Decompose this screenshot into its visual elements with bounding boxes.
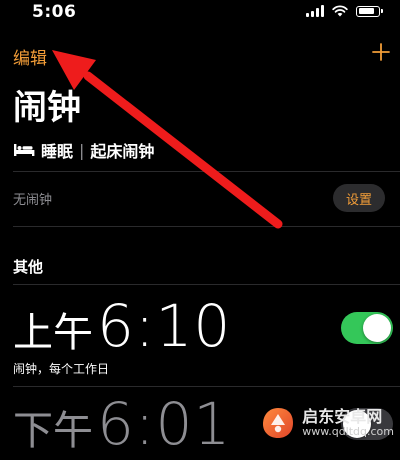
alarm-ampm: 上午 [13, 310, 93, 356]
battery-fill [358, 8, 374, 14]
toggle-knob [363, 314, 391, 342]
sleep-separator: | [79, 140, 85, 160]
alarm-clock: 6:01 [97, 390, 232, 458]
watermark-logo-icon [263, 408, 294, 438]
signal-icon [306, 5, 324, 17]
divider [13, 171, 400, 172]
bed-icon [14, 144, 35, 156]
alarm-subtitle: 闹钟，每个工作日 [13, 362, 110, 376]
edit-button[interactable]: 编辑 [13, 44, 47, 69]
divider [13, 386, 400, 387]
alarm-row[interactable]: 上午 6:10 闹钟，每个工作日 [13, 292, 400, 384]
status-icons [306, 5, 383, 17]
battery-icon [356, 5, 383, 17]
divider [13, 226, 400, 227]
watermark: 启东安卓网 www.qdltdq.com [260, 405, 394, 441]
no-alarm-text: 无闹钟 [13, 192, 53, 208]
alarm-toggle[interactable] [341, 312, 393, 344]
sleep-label: 睡眠 [41, 142, 74, 161]
watermark-name: 启东安卓网 [302, 406, 383, 426]
other-section-header: 其他 [13, 258, 44, 276]
page-title: 闹钟 [13, 88, 81, 128]
settings-button[interactable]: 设置 [333, 184, 385, 212]
divider [13, 284, 400, 285]
alarm-clock: 6:10 [97, 292, 232, 360]
sleep-alarm-row: 无闹钟 设置 [13, 180, 385, 216]
wifi-icon [332, 5, 348, 17]
alarm-ampm: 下午 [13, 408, 93, 454]
wake-up-alarm-label: 起床闹钟 [90, 142, 155, 161]
watermark-url: www.qdltdq.com [302, 424, 394, 438]
sleep-header: 睡眠 | 起床闹钟 [13, 138, 154, 162]
watermark-text: 启东安卓网 www.qdltdq.com [302, 406, 394, 438]
status-time: 5:06 [32, 2, 77, 22]
plus-icon [372, 43, 390, 61]
add-alarm-button[interactable] [372, 37, 390, 61]
